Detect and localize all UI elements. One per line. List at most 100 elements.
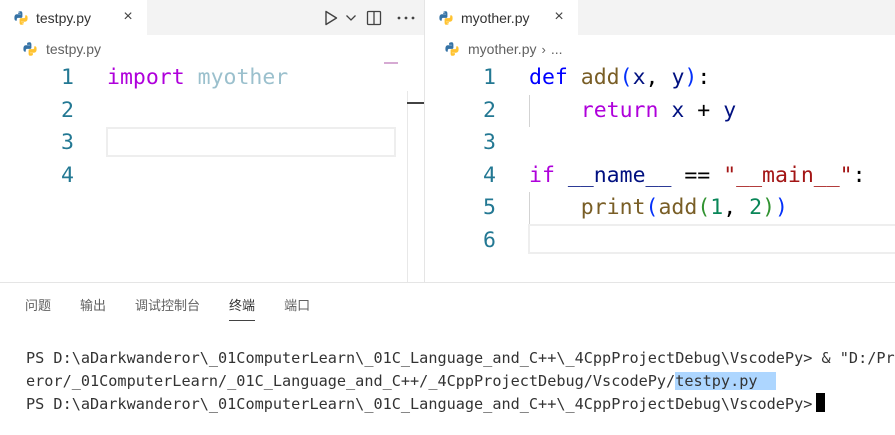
- code-text: import myother: [107, 62, 288, 95]
- breadcrumb-file[interactable]: testpy.py: [46, 41, 101, 57]
- code-line[interactable]: 3: [0, 127, 424, 160]
- code-token: y: [671, 65, 685, 90]
- code-token: ): [762, 195, 776, 220]
- code-line[interactable]: 1 def add(x, y):: [425, 62, 895, 95]
- code-token: "__main__": [723, 162, 853, 188]
- code-line[interactable]: 3: [425, 127, 895, 160]
- code-token: if: [529, 162, 555, 188]
- code-token: x: [671, 97, 685, 123]
- panel-tab[interactable]: 输出: [80, 295, 106, 321]
- python-file-icon: [445, 42, 459, 56]
- terminal-cursor: [816, 393, 826, 412]
- close-icon[interactable]: ×: [550, 8, 568, 26]
- code-token: (: [645, 195, 659, 220]
- line-number: 4: [483, 162, 496, 188]
- code-editor-right[interactable]: 1 def add(x, y): 2 return x + y 3 4 if __name…: [425, 62, 895, 257]
- breadcrumb-file[interactable]: myother.py: [468, 41, 536, 57]
- code-token: add: [580, 65, 620, 90]
- code-token: ,: [723, 195, 750, 220]
- code-token: print: [580, 195, 646, 220]
- panel-tab[interactable]: 端口: [284, 295, 310, 321]
- tab-bar-left: testpy.py ×: [0, 0, 424, 35]
- terminal-selection: testpy.py: [675, 372, 776, 390]
- code-editor-left[interactable]: 1 import myother 2 3 4: [0, 62, 424, 192]
- code-line[interactable]: 4: [0, 160, 424, 193]
- chevron-right-icon: ›: [541, 41, 546, 57]
- code-token: ,: [645, 65, 672, 90]
- chevron-down-icon[interactable]: [342, 7, 360, 29]
- breadcrumb-symbols[interactable]: ...: [551, 41, 563, 57]
- line-number: 4: [61, 162, 74, 188]
- code-line[interactable]: 6: [425, 225, 895, 258]
- code-token: ): [684, 65, 698, 90]
- panel-tab[interactable]: 问题: [25, 295, 51, 321]
- python-file-icon: [23, 42, 37, 56]
- split-editor-icon[interactable]: [360, 7, 388, 29]
- tab-testpy[interactable]: testpy.py ×: [0, 0, 147, 35]
- code-token: ==: [671, 162, 724, 188]
- tab-label: myother.py: [461, 9, 530, 26]
- code-token: import: [107, 65, 185, 90]
- terminal-line: PS D:\aDarkwanderor\_01ComputerLearn\_01…: [26, 349, 895, 367]
- breadcrumb: myother.py › ...: [444, 38, 563, 60]
- terminal-text: eror/_01ComputerLearn/_01C_Language_and_…: [26, 372, 676, 390]
- line-number: 5: [483, 195, 496, 220]
- code-token: x: [632, 65, 646, 90]
- terminal-line: eror/_01ComputerLearn/_01C_Language_and_…: [26, 370, 895, 393]
- scrollbar-cursor-marker: [407, 102, 424, 104]
- python-file-icon: [439, 10, 453, 25]
- panel-tab[interactable]: 终端: [229, 295, 256, 321]
- code-text: if __name__ == "__main__":: [529, 160, 866, 193]
- code-token: ): [775, 195, 788, 220]
- code-text: def add(x, y):: [529, 62, 710, 95]
- editor-actions: [320, 0, 424, 35]
- line-number: 2: [483, 97, 496, 123]
- code-token: 2: [749, 195, 763, 220]
- code-token: add: [658, 195, 698, 220]
- terminal[interactable]: PS D:\aDarkwanderor\_01ComputerLearn\_01…: [26, 347, 895, 416]
- more-actions-icon[interactable]: [388, 7, 424, 29]
- code-token: def: [529, 65, 568, 90]
- code-token: :: [852, 162, 866, 188]
- code-text: return x + y: [529, 95, 736, 128]
- code-line[interactable]: 5 print(add(1, 2)): [425, 192, 895, 225]
- line-number: 6: [483, 227, 496, 253]
- tab-myother[interactable]: myother.py ×: [425, 0, 578, 35]
- tab-label: testpy.py: [36, 9, 91, 26]
- code-token: y: [723, 97, 737, 123]
- code-token: return: [580, 97, 659, 123]
- line-number: 1: [61, 65, 74, 90]
- terminal-line: PS D:\aDarkwanderor\_01ComputerLearn\_01…: [26, 393, 895, 416]
- tab-bar-right: myother.py ×: [425, 0, 895, 35]
- run-python-file-icon[interactable]: [320, 7, 342, 29]
- code-token: 1: [710, 195, 724, 220]
- panel-tab-strip: 问题 输出 调试控制台 终端 端口: [25, 295, 339, 321]
- code-token: (: [697, 195, 711, 220]
- code-line[interactable]: 1 import myother: [0, 62, 424, 95]
- code-token: +: [684, 97, 724, 123]
- line-number: 3: [61, 130, 74, 155]
- scrollbar-track[interactable]: [407, 91, 424, 282]
- line-number: 2: [61, 97, 74, 123]
- editor-group-right: myother.py × myother.py › ... 1 def add(x…: [425, 0, 895, 282]
- code-line[interactable]: 2 return x + y: [425, 95, 895, 128]
- code-line[interactable]: 2: [0, 95, 424, 128]
- python-file-icon: [14, 10, 28, 25]
- bottom-panel: 问题 输出 调试控制台 终端 端口 PS D:\aDarkwanderor\_01Com…: [0, 282, 895, 435]
- line-number: 1: [483, 65, 496, 90]
- code-text: print(add(1, 2)): [529, 192, 788, 225]
- code-token: myother: [197, 65, 289, 90]
- breadcrumb: testpy.py: [22, 38, 101, 60]
- panel-tab[interactable]: 调试控制台: [135, 295, 200, 321]
- code-line[interactable]: 4 if __name__ == "__main__":: [425, 160, 895, 193]
- code-token: :: [697, 65, 711, 90]
- terminal-prompt: PS D:\aDarkwanderor\_01ComputerLearn\_01…: [26, 395, 813, 413]
- close-icon[interactable]: ×: [119, 8, 137, 26]
- code-token: __name__: [567, 162, 672, 188]
- code-token: (: [619, 65, 633, 90]
